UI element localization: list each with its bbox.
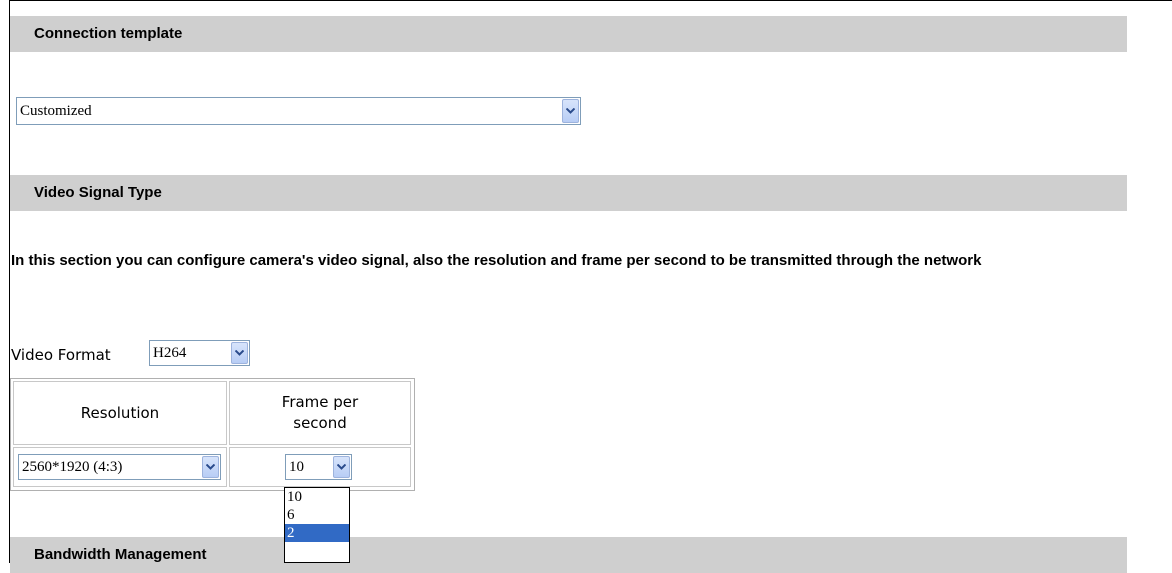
section-header-connection-template: Connection template — [10, 16, 1127, 52]
select-value: 10 — [289, 459, 304, 475]
section-description: In this section you can configure camera… — [11, 252, 982, 269]
select-value: 2560*1920 (4:3) — [22, 459, 123, 475]
section-title: Video Signal Type — [34, 184, 162, 201]
resolution-cell: 2560*1920 (4:3) — [13, 447, 227, 487]
column-header-label: Resolution — [80, 404, 160, 422]
section-header-bandwidth-management: Bandwidth Management — [10, 537, 1127, 573]
section-header-video-signal-type: Video Signal Type — [10, 175, 1127, 211]
fps-dropdown-list[interactable]: 10 6 2 — [284, 487, 350, 563]
column-header-fps: Frame per second — [229, 381, 411, 445]
video-format-label: Video Format — [11, 346, 111, 364]
chevron-down-icon[interactable] — [333, 456, 350, 478]
chevron-down-icon[interactable] — [202, 456, 219, 478]
fps-option-highlighted[interactable]: 2 — [285, 524, 349, 542]
column-header-resolution: Resolution — [13, 381, 227, 445]
fps-select[interactable]: 10 — [285, 454, 352, 480]
video-settings-table: Resolution Frame per second 2560*1920 (4… — [10, 378, 415, 491]
fps-option[interactable]: 6 — [285, 506, 349, 524]
fps-cell: 10 — [229, 447, 411, 487]
connection-template-select[interactable]: Customized — [16, 97, 581, 125]
section-title: Bandwidth Management — [34, 546, 207, 563]
select-value: Customized — [20, 103, 92, 119]
chevron-down-icon[interactable] — [231, 342, 248, 364]
section-title: Connection template — [34, 25, 183, 42]
video-format-select[interactable]: H264 — [149, 340, 250, 366]
fps-option[interactable]: 10 — [285, 488, 349, 506]
resolution-select[interactable]: 2560*1920 (4:3) — [18, 454, 221, 480]
chevron-down-icon[interactable] — [562, 99, 579, 123]
column-header-label: Frame per second — [281, 393, 359, 432]
select-value: H264 — [153, 345, 187, 361]
